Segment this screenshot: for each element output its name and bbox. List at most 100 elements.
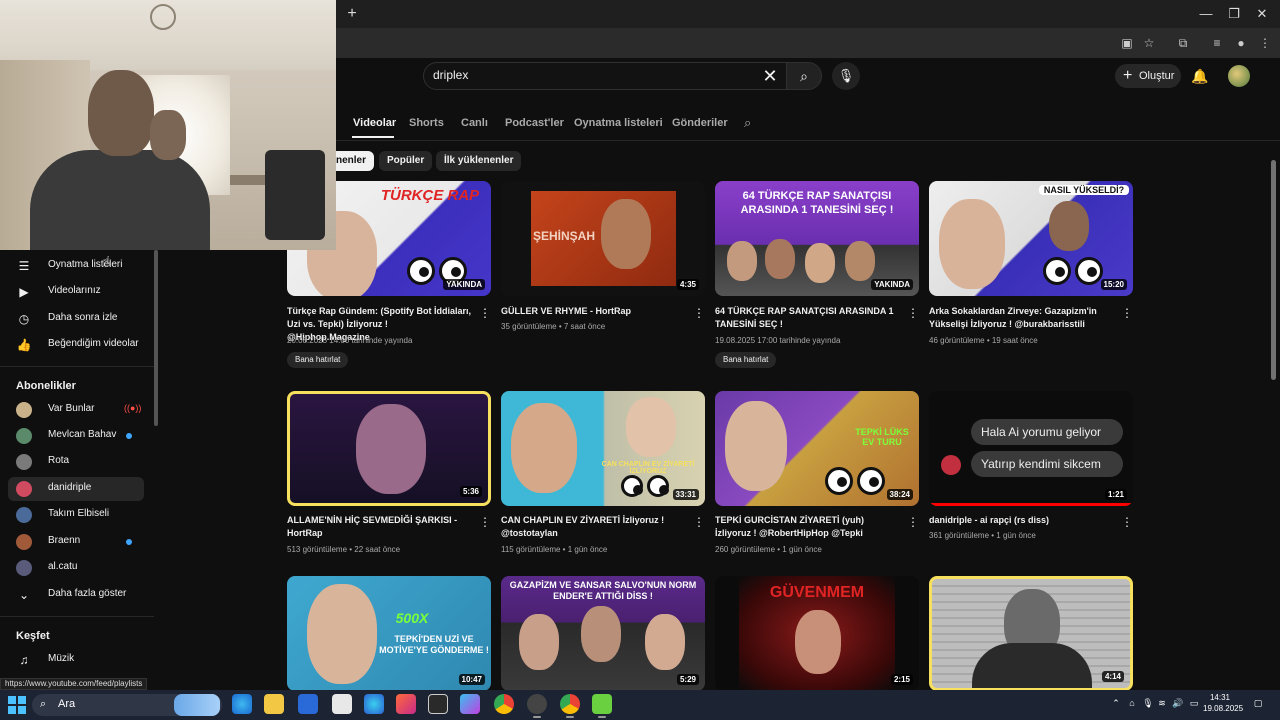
channel-search-icon[interactable]: ⌕ [744,115,760,131]
sidebar-item-subscription[interactable]: Braenn [8,530,144,554]
watch-progress-bar [929,503,1133,506]
video-thumbnail[interactable]: 4:14 [929,576,1133,691]
video-thumbnail[interactable]: CAN CHAPLIN EV ZİYARETİ İZLİYORUZ 33:31 [501,391,705,506]
tray-battery-icon[interactable]: ▭ [1188,697,1200,709]
video-thumbnail[interactable]: 500X TEPKİ'DEN UZİ VE MOTİVE'YE GÖNDERME… [287,576,491,691]
video-title[interactable]: 64 TÜRKÇE RAP SANATÇISI ARASINDA 1 TANES… [715,305,901,331]
video-title[interactable]: ALLAME'NİN HİÇ SEVMEDİĞİ ŞARKISI - HortR… [287,514,473,540]
3d-viewer-icon[interactable] [428,694,448,714]
more-options-icon[interactable]: ⋮ [1121,305,1133,321]
notifications-icon[interactable]: ▢ [1252,697,1264,709]
video-thumbnail[interactable]: GÜVENMEM 2:15 [715,576,919,691]
more-options-icon[interactable]: ⋮ [479,305,491,321]
tab-playlists[interactable]: Oynatma listeleri [574,117,663,129]
sidebar-item-subscription-active[interactable]: danidriple [8,477,144,501]
account-avatar[interactable] [1228,65,1250,87]
video-title[interactable]: CAN CHAPLIN EV ZİYARETİ İzliyoruz ! @tos… [501,514,687,540]
tab-videos[interactable]: Videolar [353,117,396,129]
more-options-icon[interactable]: ⋮ [907,514,919,530]
search-box[interactable] [423,62,788,90]
file-explorer-icon[interactable] [264,694,284,714]
video-thumbnail[interactable]: NASIL YÜKSELDİ? 15:20 [929,181,1133,296]
sidebar-item-subscription[interactable]: Rota [8,450,144,474]
thumbnail-face [939,199,1005,289]
channel-avatar [16,481,32,497]
search-button[interactable]: ⌕ [786,62,822,90]
video-thumbnail[interactable]: 64 TÜRKÇE RAP SANATÇISI ARASINDA 1 TANES… [715,181,919,296]
video-thumbnail[interactable]: Hala Ai yorumu geliyor Yatırıp kendimi s… [929,391,1133,506]
video-thumbnail[interactable]: 5:36 [287,391,491,506]
chat-avatar [941,455,961,475]
chrome-icon[interactable] [494,694,514,714]
sidebar-scrollbar[interactable] [154,250,158,426]
voice-search-button[interactable]: 🎙 [832,62,860,90]
tab-live[interactable]: Canlı [461,117,488,129]
notepad-icon[interactable] [332,694,352,714]
sidebar-item-liked-videos[interactable]: 👍 Beğendiğim videolar [8,333,144,357]
chat-bubble: Yatırıp kendimi sikcem [971,451,1123,477]
minimize-icon[interactable]: — [1196,4,1216,24]
thumbnail-face [626,397,676,457]
sidebar-item-watch-later[interactable]: ◷ Daha sonra izle [8,307,144,331]
new-content-dot [126,539,132,545]
tab-shorts[interactable]: Shorts [409,117,444,129]
tray-wifi-icon[interactable]: ≋ [1156,697,1168,709]
tray-network-icon[interactable]: ⌂ [1126,697,1138,709]
sidebar-item-your-videos[interactable]: ▶ Videolarınız [8,280,144,304]
store-icon[interactable] [298,694,318,714]
remind-me-button[interactable]: Bana hatırlat [715,352,777,368]
windows-start-button[interactable] [8,696,26,714]
notifications-bell-icon[interactable]: 🔔 [1190,66,1210,86]
video-title[interactable]: TEPKİ GURCİSTAN ZİYARETİ (yuh) İzliyoruz… [715,514,901,540]
browser-menu-icon[interactable]: ⋮ [1256,34,1274,52]
sidebar-item-label: Takım Elbiseli [48,508,110,519]
copilot-icon[interactable] [364,694,384,714]
utility-app-icon[interactable] [592,694,612,718]
sidebar-item-music[interactable]: ♫ Müzik [8,648,144,672]
video-thumbnail[interactable]: GAZAPİZM VE SANSAR SALVO'NUN NORM ENDER'… [501,576,705,691]
more-options-icon[interactable]: ⋮ [1121,514,1133,530]
search-input[interactable]: driplex [433,68,468,82]
sidebar-item-subscription[interactable]: al.catu [8,556,144,580]
video-title[interactable]: GÜLLER VE RHYME - HortRap [501,305,687,318]
clear-search-icon[interactable]: ✕ [760,64,780,88]
video-title[interactable]: Arka Sokaklardan Zirveye: Gazapizm'in Yü… [929,305,1115,331]
tab-posts[interactable]: Gönderiler [672,117,728,129]
sidebar-item-subscription[interactable]: Mevlcan Bahav [8,424,144,448]
video-thumbnail[interactable]: TEPKİ LÜKS EV TURU 38:24 [715,391,919,506]
video-thumbnail[interactable]: ŞEHİNŞAH 4:35 [501,181,705,296]
more-options-icon[interactable]: ⋮ [479,514,491,530]
remind-me-button[interactable]: Bana hatırlat [287,352,349,368]
video-title[interactable]: danidriple - ai rapçi (rs diss) [929,514,1115,527]
brave-icon[interactable] [396,694,416,714]
cast-icon[interactable]: ▣ [1118,34,1136,52]
restore-icon[interactable]: ❐ [1224,4,1244,24]
m365-icon[interactable] [460,694,480,714]
sidebar-item-subscription[interactable]: Takım Elbiseli [8,503,144,527]
tray-volume-icon[interactable]: 🔊 [1172,697,1184,709]
tray-mic-icon[interactable]: 🎙 [1142,697,1154,709]
taskbar-clock[interactable]: 14:31 19.08.2025 [1203,692,1243,714]
profile-icon[interactable]: ● [1232,34,1250,52]
extensions-icon[interactable]: ⧉ [1174,34,1192,52]
sidebar-item-subscription[interactable]: Var Bunlar ((●)) [8,398,144,422]
chip-popular[interactable]: Popüler [379,151,433,171]
media-controls-icon[interactable]: ≡ [1208,34,1226,52]
chrome-active-icon[interactable] [560,694,580,718]
sidebar-item-playlists[interactable]: ☰ Oynatma listeleri [8,254,144,278]
thumbnail-eye [407,257,435,285]
more-options-icon[interactable]: ⋮ [907,305,919,321]
create-button[interactable]: + Oluştur [1115,64,1181,88]
new-tab-icon[interactable]: + [342,4,362,24]
more-options-icon[interactable]: ⋮ [693,305,705,321]
more-options-icon[interactable]: ⋮ [693,514,705,530]
tab-podcasts[interactable]: Podcast'ler [505,117,564,129]
show-more-button[interactable]: ⌄ Daha fazla göster [8,583,144,607]
tray-chevron-icon[interactable]: ⌃ [1110,697,1122,709]
chip-oldest[interactable]: İlk yüklenenler [436,151,522,171]
bookmark-star-icon[interactable]: ☆ [1140,34,1158,52]
close-window-icon[interactable]: ✕ [1252,4,1272,24]
edge-browser-icon[interactable] [232,694,252,714]
main-scrollbar[interactable] [1271,160,1276,380]
obs-icon[interactable] [527,694,547,718]
